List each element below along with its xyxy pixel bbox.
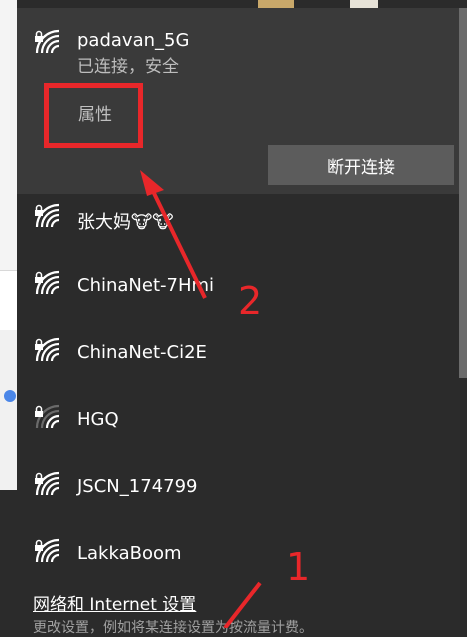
disconnect-button[interactable]: 断开连接	[268, 145, 454, 185]
network-ssid: JSCN_174799	[77, 476, 198, 497]
background-page-strip	[0, 0, 17, 628]
background-app-icon	[4, 390, 16, 402]
wifi-secured-icon	[33, 203, 63, 233]
annotation-number-1: 1	[286, 545, 311, 589]
wifi-secured-icon	[33, 29, 63, 59]
annotation-number-2: 2	[238, 279, 263, 323]
wifi-secured-icon	[33, 270, 63, 300]
scrollbar-thumb[interactable]	[459, 8, 467, 378]
network-ssid: 张大妈🐮🐮	[77, 212, 174, 233]
wifi-secured-weak-icon	[33, 404, 63, 434]
wifi-secured-icon	[33, 337, 63, 367]
wifi-secured-icon	[33, 471, 63, 501]
network-ssid: ChinaNet-Ci2E	[77, 342, 207, 363]
network-ssid: HGQ	[77, 409, 119, 430]
scrollbar-track[interactable]	[459, 378, 467, 628]
network-settings-description: 更改设置，例如将某连接设置为按流量计费。	[33, 620, 313, 636]
network-settings-link[interactable]: 网络和 Internet 设置	[33, 590, 196, 615]
annotation-highlight-box	[44, 83, 143, 148]
network-ssid: ChinaNet-7Hmi	[77, 275, 215, 296]
network-ssid: padavan_5G	[77, 30, 190, 51]
network-ssid: LakkaBoom	[77, 543, 182, 564]
background-top-strip	[250, 0, 390, 8]
wifi-secured-icon	[33, 538, 63, 568]
network-status: 已连接，安全	[77, 57, 179, 77]
